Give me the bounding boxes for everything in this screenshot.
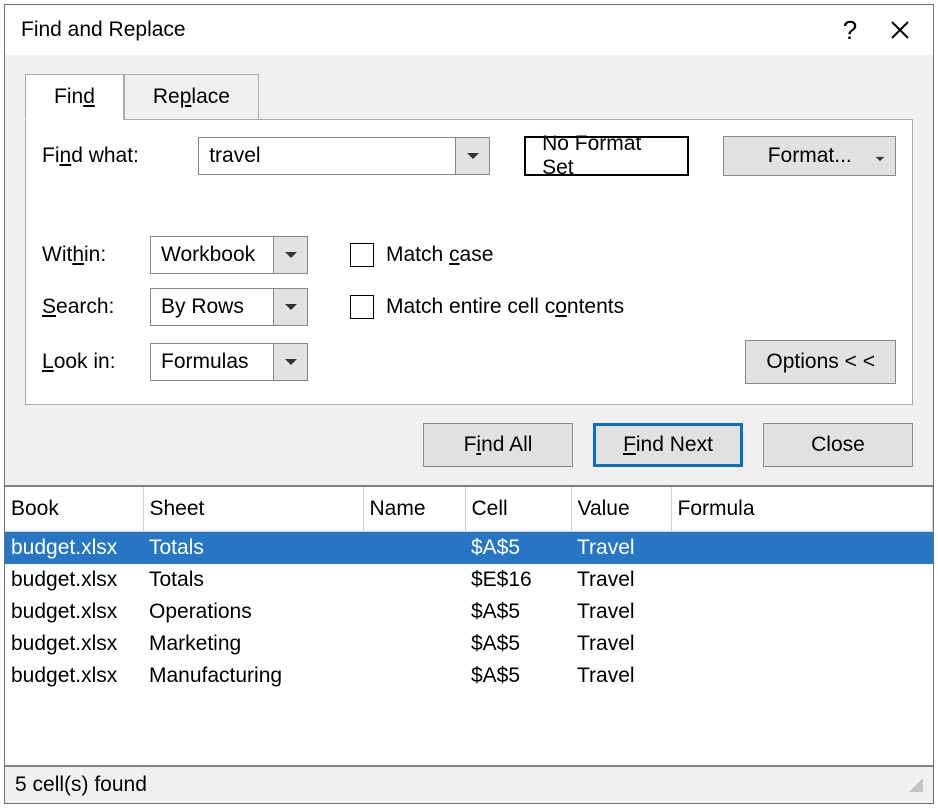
find-replace-dialog: Find and Replace ? Find Replace Find wha…	[4, 4, 934, 804]
chevron-down-icon	[875, 144, 885, 168]
search-label: Search:	[42, 295, 150, 319]
match-entire-label: Match entire cell contents	[386, 295, 624, 319]
search-select[interactable]: By Rows	[150, 288, 308, 326]
table-row[interactable]: budget.xlsxTotals$E$16Travel	[5, 564, 933, 596]
dialog-content: Find Replace Find what: travel No Format…	[5, 55, 933, 485]
col-cell[interactable]: Cell	[465, 487, 571, 532]
status-text: 5 cell(s) found	[15, 773, 147, 797]
col-sheet[interactable]: Sheet	[143, 487, 363, 532]
statusbar: 5 cell(s) found	[5, 765, 933, 803]
match-entire-checkbox[interactable]	[350, 295, 374, 319]
match-case-label: Match case	[386, 243, 493, 267]
col-book[interactable]: Book	[5, 487, 143, 532]
find-all-button[interactable]: Find All	[423, 423, 573, 467]
format-button[interactable]: Format...	[723, 136, 896, 176]
find-panel: Find what: travel No Format Set Format..…	[25, 119, 913, 405]
tabs: Find Replace	[25, 74, 913, 120]
close-dialog-button[interactable]: Close	[763, 423, 913, 467]
tab-find[interactable]: Find	[25, 74, 124, 120]
col-name[interactable]: Name	[363, 487, 465, 532]
results-pane: Book Sheet Name Cell Value Formula budge…	[5, 485, 933, 765]
dialog-title: Find and Replace	[21, 18, 825, 42]
match-case-checkbox[interactable]	[350, 243, 374, 267]
search-value: By Rows	[151, 289, 273, 325]
table-row[interactable]: budget.xlsxManufacturing$A$5Travel	[5, 660, 933, 692]
find-what-label: Find what:	[42, 144, 182, 168]
col-value[interactable]: Value	[571, 487, 671, 532]
lookin-select[interactable]: Formulas	[150, 343, 308, 381]
results-table: Book Sheet Name Cell Value Formula budge…	[5, 487, 933, 692]
button-row: Find All Find Next Close	[25, 405, 913, 485]
chevron-down-icon[interactable]	[273, 237, 307, 273]
col-formula[interactable]: Formula	[671, 487, 933, 532]
options-button[interactable]: Options < <	[745, 340, 896, 384]
chevron-down-icon[interactable]	[273, 289, 307, 325]
find-what-value: travel	[199, 138, 455, 174]
within-select[interactable]: Workbook	[150, 236, 308, 274]
resize-grip[interactable]	[909, 778, 923, 792]
titlebar: Find and Replace ?	[5, 5, 933, 55]
chevron-down-icon[interactable]	[455, 138, 489, 174]
help-icon: ?	[843, 15, 857, 46]
chevron-down-icon[interactable]	[273, 344, 307, 380]
find-next-button[interactable]: Find Next	[593, 423, 743, 467]
help-button[interactable]: ?	[825, 5, 875, 55]
lookin-label: Look in:	[42, 350, 150, 374]
results-header[interactable]: Book Sheet Name Cell Value Formula	[5, 487, 933, 532]
table-row[interactable]: budget.xlsxOperations$A$5Travel	[5, 596, 933, 628]
within-value: Workbook	[151, 237, 273, 273]
close-icon	[890, 20, 910, 40]
tab-replace[interactable]: Replace	[124, 74, 259, 120]
table-row[interactable]: budget.xlsxTotals$A$5Travel	[5, 532, 933, 565]
table-row[interactable]: budget.xlsxMarketing$A$5Travel	[5, 628, 933, 660]
find-what-input[interactable]: travel	[198, 137, 490, 175]
lookin-value: Formulas	[151, 344, 273, 380]
within-label: Within:	[42, 243, 150, 267]
format-preview: No Format Set	[524, 136, 689, 176]
close-button[interactable]	[875, 5, 925, 55]
